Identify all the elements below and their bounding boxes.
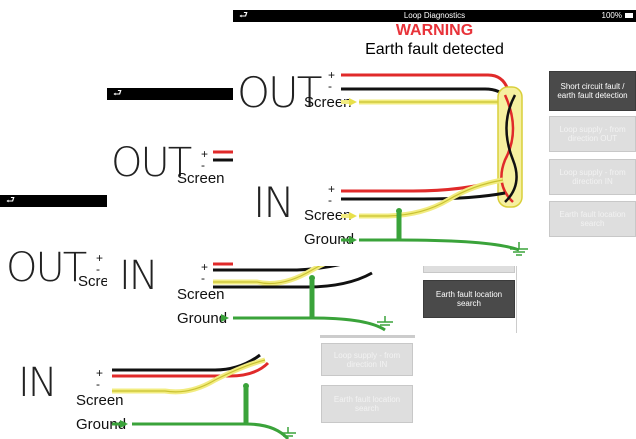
ground-symbol-icon bbox=[510, 242, 528, 256]
ground-symbol-icon bbox=[377, 316, 393, 326]
earth-fault-search-button[interactable]: Earth fault location search bbox=[321, 385, 413, 423]
loop-supply-in-button[interactable]: Loop supply - from direction IN bbox=[321, 343, 413, 376]
panel-divider bbox=[320, 335, 415, 338]
loop-supply-out-button[interactable]: Loop supply - from direction OUT bbox=[549, 116, 636, 152]
screen-layer-front: ⮐ Loop Diagnostics 100% WARNING Earth fa… bbox=[233, 10, 636, 266]
short-circuit-button[interactable]: Short circuit fault / earth fault detect… bbox=[549, 71, 636, 111]
loop-supply-in-button[interactable]: Loop supply - from direction IN bbox=[549, 159, 636, 195]
earth-fault-search-button[interactable]: Earth fault location search bbox=[423, 280, 515, 318]
earth-fault-search-button[interactable]: Earth fault location search bbox=[549, 201, 636, 237]
